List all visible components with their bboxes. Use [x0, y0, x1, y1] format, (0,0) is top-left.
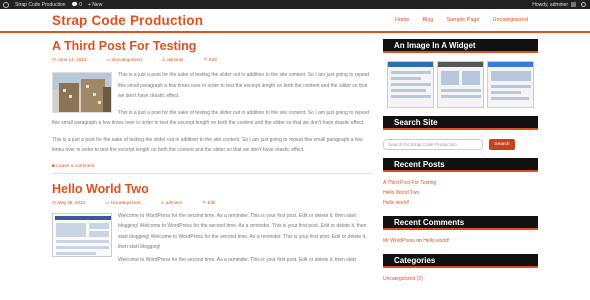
- post-edit[interactable]: ✎ Edit: [204, 57, 227, 63]
- admin-bar-comments[interactable]: 💬 0: [72, 2, 82, 8]
- recent-comment: Mr WordPress on Hello world!: [383, 238, 450, 244]
- main-nav: Home Blog Sample Page Uncategorized: [382, 17, 528, 23]
- recent-post-link[interactable]: Hello world!: [383, 198, 538, 208]
- post-author[interactable]: ♙ adminer: [162, 57, 194, 63]
- search-input[interactable]: Search for Strap Code Production: [383, 139, 483, 150]
- search-button[interactable]: Search: [489, 139, 515, 150]
- post-category[interactable]: ▭ Uncategorized: [105, 200, 150, 206]
- comments-count: 0: [79, 1, 82, 8]
- recent-post-link[interactable]: A Third Post For Testing: [383, 178, 538, 188]
- comment-bubble-icon: 💬: [71, 1, 80, 8]
- post-category[interactable]: ▭ Uncategorized: [106, 57, 151, 63]
- wordpress-logo-icon[interactable]: [3, 1, 9, 8]
- content-area: A Third Post For Testing ◷ June 14, 2013…: [52, 39, 372, 265]
- categories-list: Uncategorized (3): [383, 274, 538, 284]
- widget-title-categories: Categories: [383, 254, 538, 268]
- comment-post-link[interactable]: Hello world!: [423, 238, 449, 244]
- admin-bar-new[interactable]: + New: [88, 2, 102, 8]
- post-thumbnail[interactable]: [52, 72, 112, 113]
- post-excerpt: This is a just a post for the sake of te…: [52, 70, 372, 156]
- category-link[interactable]: Uncategorized (3): [383, 274, 538, 284]
- search-icon[interactable]: [581, 2, 586, 7]
- post: Hello World Two ◷ May 28, 2013 ▭ Uncateg…: [52, 182, 372, 266]
- post-date[interactable]: ◷ June 14, 2013: [52, 57, 96, 63]
- site-header: Strap Code Production Home Blog Sample P…: [0, 9, 590, 33]
- nav-item-sample-page[interactable]: Sample Page: [447, 17, 480, 23]
- comment-author-link[interactable]: Mr WordPress: [383, 238, 415, 244]
- post: A Third Post For Testing ◷ June 14, 2013…: [52, 39, 372, 174]
- post-paragraph: This is a just a post for the sake of te…: [52, 136, 363, 154]
- widget-title-recent-posts: Recent Posts: [383, 158, 538, 172]
- widget-title-search: Search Site: [383, 116, 538, 130]
- screenshot-thumbnail: [387, 61, 434, 108]
- admin-bar-greeting[interactable]: Howdy, adminer: [532, 2, 568, 8]
- post-meta: ◷ June 14, 2013 ▭ Uncategorized ♙ admine…: [52, 57, 372, 63]
- post-divider: [52, 172, 372, 174]
- leave-comment-link[interactable]: ■ Leave a comment: [52, 164, 372, 169]
- nav-item-home[interactable]: Home: [395, 17, 410, 23]
- post-edit[interactable]: ✎ Edit: [202, 200, 225, 206]
- sidebar: An Image In A Widget Search Site Search …: [383, 39, 538, 284]
- nav-item-uncategorized[interactable]: Uncategorized: [493, 17, 528, 23]
- post-excerpt: Welcome to WordPress for the second time…: [52, 211, 372, 266]
- post-title[interactable]: Hello World Two: [52, 182, 372, 196]
- widget-title-image: An Image In A Widget: [383, 39, 538, 53]
- recent-comments-list: Mr WordPress on Hello world!: [383, 236, 538, 246]
- nav-item-blog[interactable]: Blog: [422, 17, 433, 23]
- post-thumbnail[interactable]: [52, 212, 112, 257]
- recent-post-link[interactable]: Hello World Two: [383, 188, 538, 198]
- post-meta: ◷ May 28, 2013 ▭ Uncategorized ♙ adminer…: [52, 200, 372, 206]
- post-author[interactable]: ♙ adminer: [160, 200, 192, 206]
- search-form: Search for Strap Code Production Search: [383, 139, 538, 150]
- admin-bar: Strap Code Production 💬 0 + New Howdy, a…: [0, 0, 590, 9]
- admin-bar-site-name[interactable]: Strap Code Production: [15, 2, 66, 8]
- avatar[interactable]: [571, 2, 576, 7]
- screenshot-thumbnail: [437, 61, 484, 108]
- widget-title-recent-comments: Recent Comments: [383, 216, 538, 230]
- recent-posts-list: A Third Post For Testing Hello World Two…: [383, 178, 538, 208]
- screenshot-thumbnail: [487, 61, 534, 108]
- post-title[interactable]: A Third Post For Testing: [52, 39, 372, 53]
- site-title[interactable]: Strap Code Production: [52, 13, 203, 28]
- widget-image[interactable]: [383, 61, 538, 110]
- post-date[interactable]: ◷ May 28, 2013: [52, 200, 95, 206]
